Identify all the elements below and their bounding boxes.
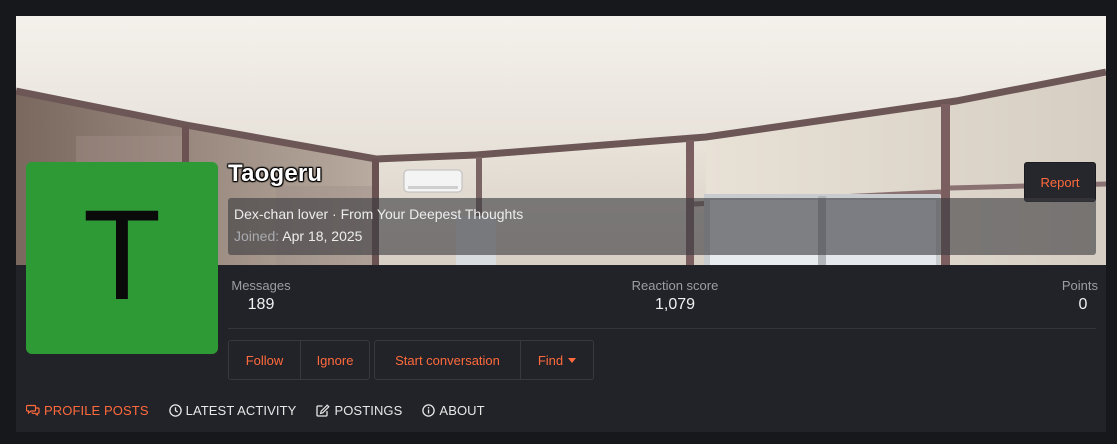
edit-icon (316, 403, 331, 417)
tab-profile-posts[interactable]: PROFILE POSTS (26, 403, 149, 418)
joined-label: Joined: (234, 228, 280, 244)
ignore-button[interactable]: Ignore (300, 341, 369, 379)
profile-card: T Taogeru Report Dex-chan lover · From Y… (16, 16, 1106, 432)
messages-label: Messages (231, 278, 291, 293)
avatar[interactable]: T (26, 162, 218, 354)
start-conversation-button[interactable]: Start conversation (375, 341, 520, 379)
points-value[interactable]: 0 (1048, 294, 1098, 316)
find-label: Find (537, 352, 564, 368)
divider (228, 328, 1096, 329)
caret-down-icon (568, 358, 577, 363)
avatar-letter: T (82, 184, 162, 327)
tab-label: LATEST ACTIVITY (185, 402, 297, 418)
user-title: Dex-chan lover · From Your Deepest Thoug… (234, 206, 524, 222)
messages-value[interactable]: 189 (228, 294, 294, 316)
tab-label: PROFILE POSTS (44, 402, 149, 418)
follow-button[interactable]: Follow (229, 341, 300, 379)
follow-ignore-group: Follow Ignore (228, 340, 370, 380)
user-blurb: Dex-chan lover · From Your Deepest Thoug… (228, 198, 1096, 255)
reaction-value: 1,079 (654, 296, 696, 313)
reaction-label: Reaction score (631, 278, 719, 293)
tab-about[interactable]: ABOUT (422, 402, 485, 418)
tab-label: POSTINGS (334, 402, 403, 418)
info-icon (422, 403, 436, 417)
conversation-find-group: Start conversation Find (374, 340, 594, 380)
stat-points: Points 0 (1048, 278, 1098, 316)
tab-latest-activity[interactable]: LATEST ACTIVITY (168, 402, 297, 418)
clock-icon (168, 403, 182, 417)
joined-line: Joined: Apr 18, 2025 (234, 224, 1096, 248)
profile-tabs: PROFILE POSTS LATEST ACTIVITY POSTINGS A… (26, 400, 505, 420)
find-button[interactable]: Find (520, 341, 593, 379)
joined-date[interactable]: Apr 18, 2025 (282, 228, 362, 244)
report-button[interactable]: Report (1024, 162, 1096, 202)
points-label: Points (1061, 278, 1098, 293)
username: Taogeru (228, 160, 323, 187)
tab-label: ABOUT (439, 402, 485, 418)
stat-messages: Messages 189 (228, 278, 294, 316)
stat-reaction-score: Reaction score 1,079 (620, 278, 730, 316)
comments-icon (26, 404, 40, 416)
tab-postings[interactable]: POSTINGS (316, 403, 402, 418)
